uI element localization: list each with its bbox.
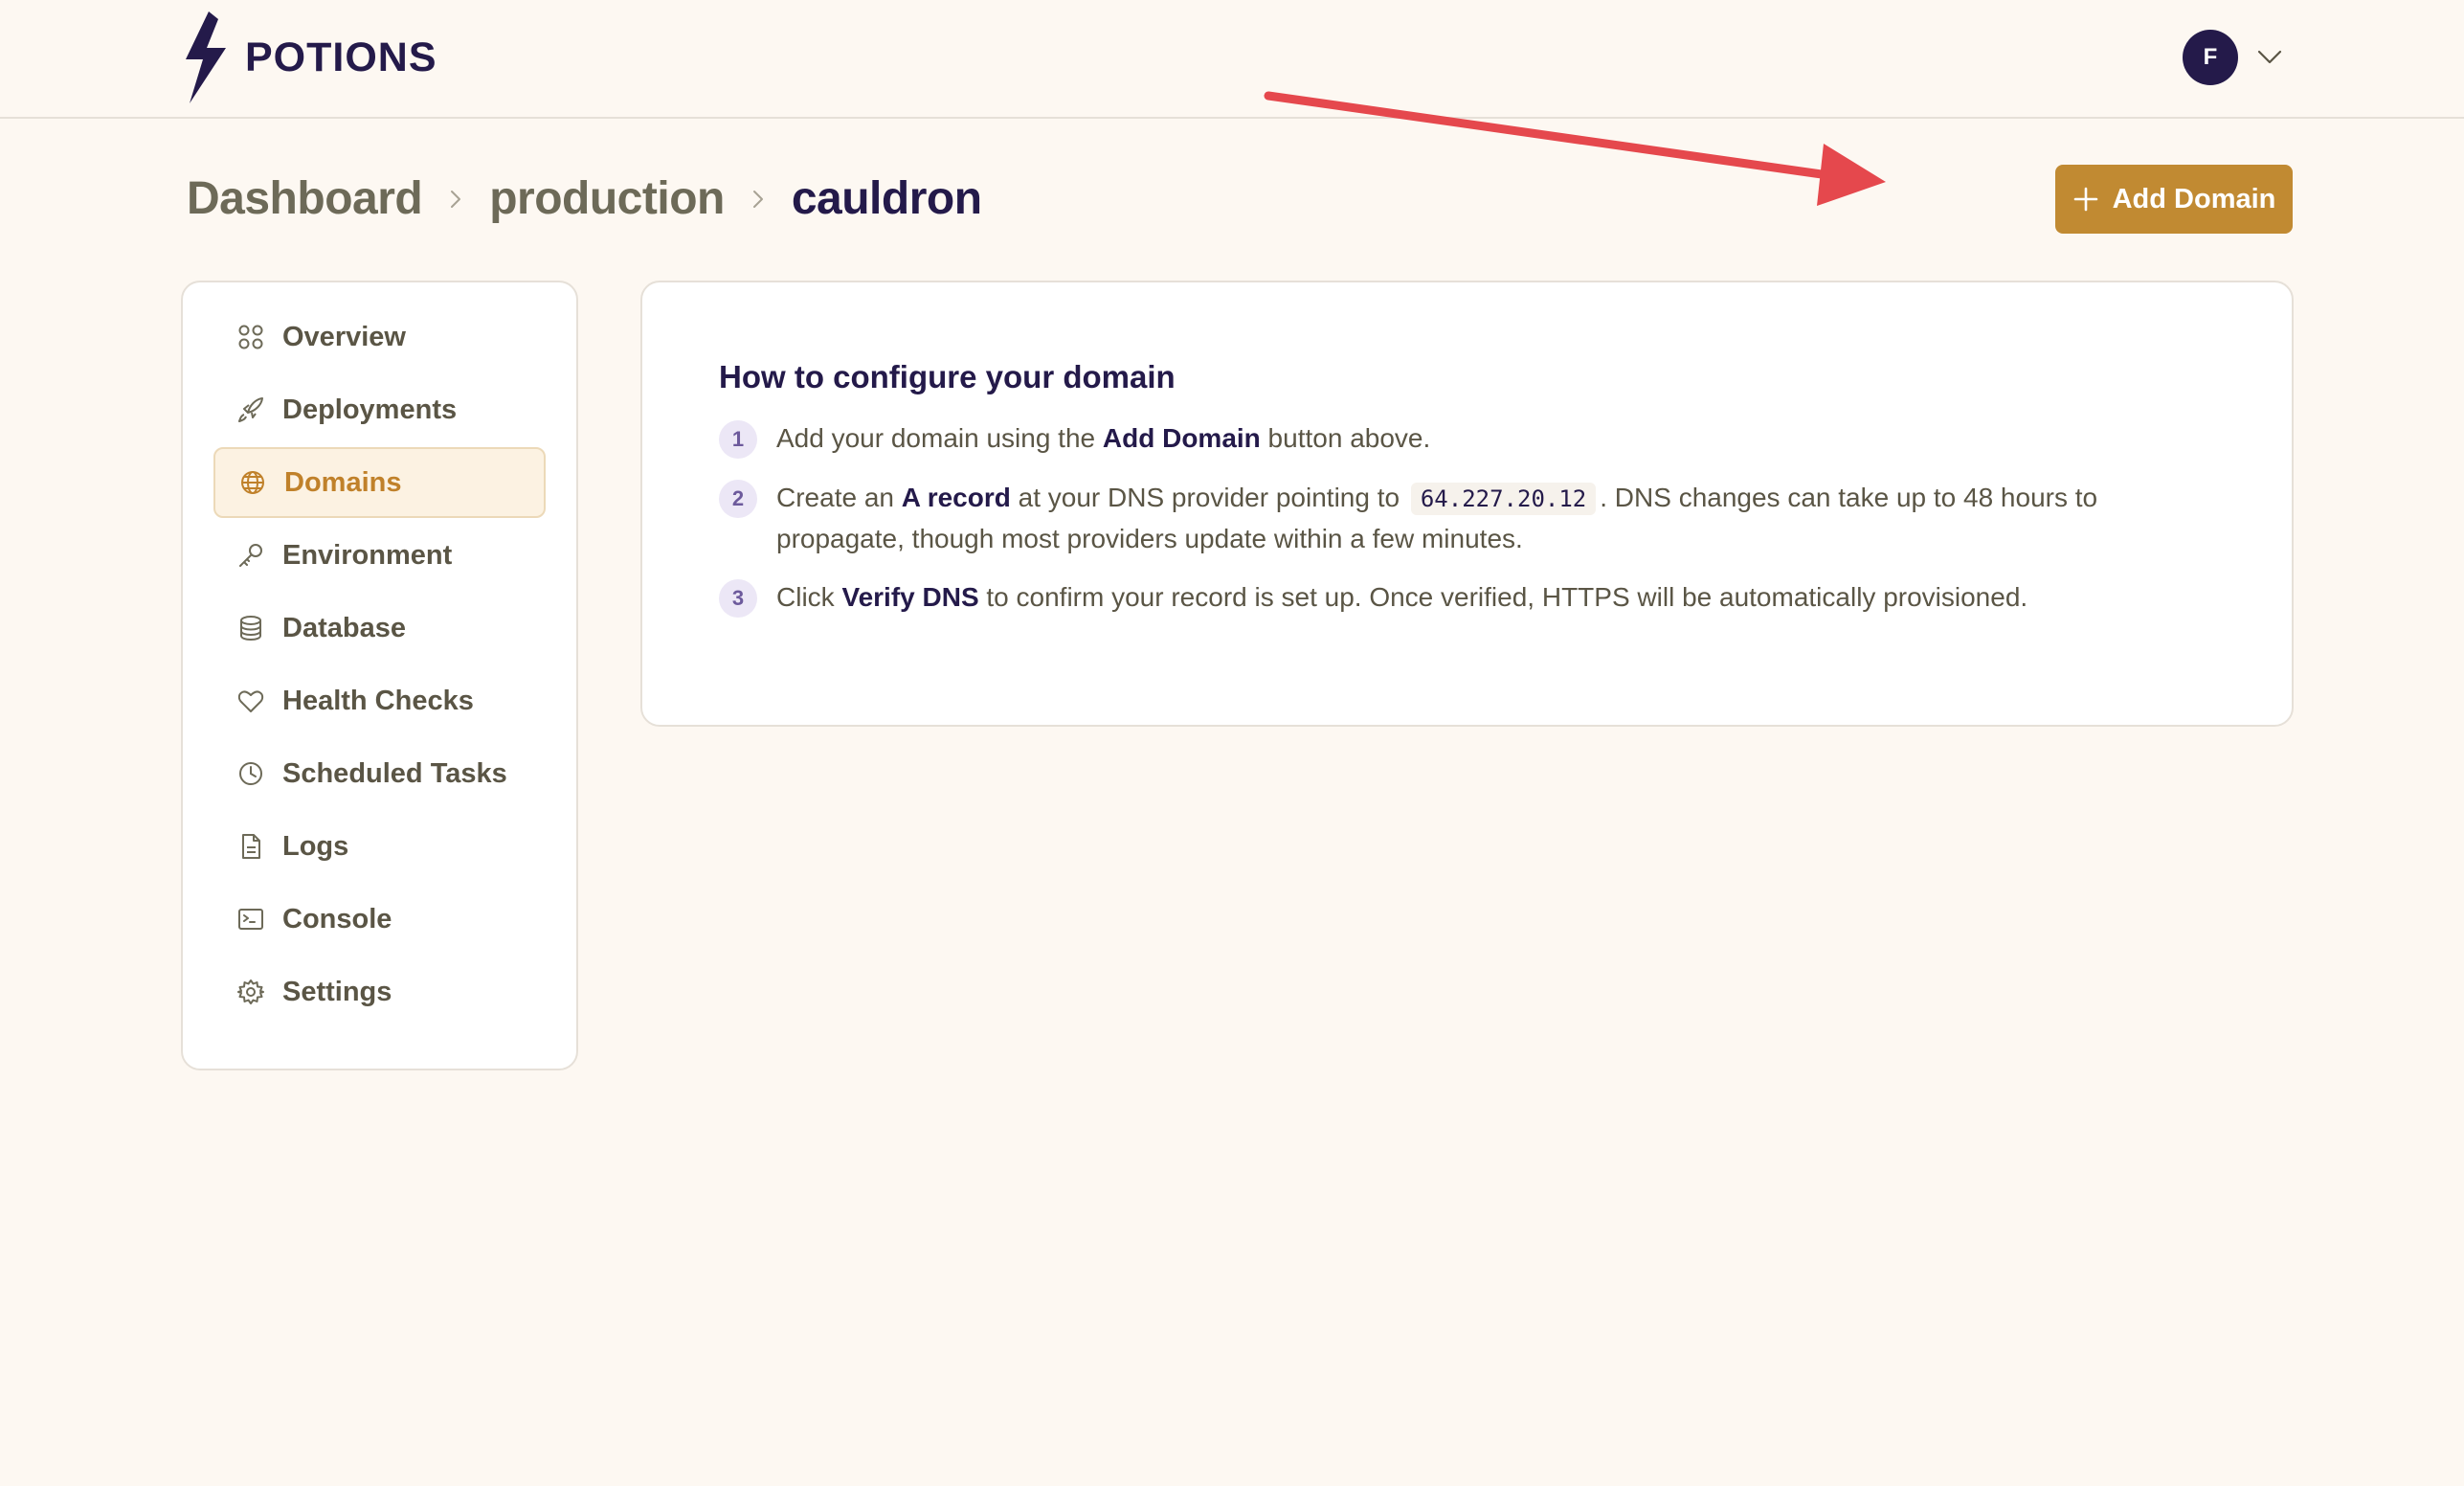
step-item: 1 Add your domain using the Add Domain b… <box>719 418 2215 459</box>
step-number: 3 <box>719 579 757 618</box>
sidebar-item-environment[interactable]: Environment <box>213 520 546 591</box>
globe-icon <box>241 471 264 494</box>
rocket-icon <box>238 397 263 422</box>
top-bar: POTIONS F <box>0 0 2464 119</box>
database-icon <box>240 616 261 642</box>
sidebar-item-health-checks[interactable]: Health Checks <box>213 665 546 736</box>
step-text: Add your domain using the Add Domain but… <box>776 423 1431 453</box>
sidebar-item-label: Health Checks <box>282 685 474 716</box>
grid-icon <box>238 325 263 349</box>
step-number: 2 <box>719 480 757 518</box>
sidebar-item-overview[interactable]: Overview <box>213 302 546 372</box>
step-text: Create an A record at your DNS provider … <box>776 483 2098 553</box>
step-item: 3 Click Verify DNS to confirm your recor… <box>719 577 2215 618</box>
gear-icon <box>237 979 264 1004</box>
chevron-down-icon[interactable] <box>2257 50 2282 65</box>
sidebar: Overview Deployments Domains Environment… <box>181 281 578 1070</box>
chevron-right-icon <box>752 190 763 208</box>
sidebar-item-settings[interactable]: Settings <box>213 957 546 1027</box>
domain-setup-card: How to configure your domain 1 Add your … <box>640 281 2294 727</box>
sidebar-item-label: Overview <box>282 321 406 352</box>
chevron-right-icon <box>451 190 461 208</box>
terminal-icon <box>238 909 263 930</box>
sidebar-item-label: Settings <box>282 976 392 1007</box>
sidebar-item-label: Domains <box>284 466 402 498</box>
document-icon <box>242 834 260 859</box>
ip-address-code: 64.227.20.12 <box>1410 483 1597 515</box>
plus-icon <box>2073 187 2097 212</box>
add-domain-button[interactable]: Add Domain <box>2055 165 2293 234</box>
sidebar-item-label: Console <box>282 903 392 934</box>
lightning-bolt-icon <box>186 11 226 103</box>
sidebar-item-label: Database <box>282 612 406 643</box>
breadcrumb-cauldron: cauldron <box>791 173 982 224</box>
avatar[interactable]: F <box>2183 30 2238 85</box>
step-item: 2 Create an A record at your DNS provide… <box>719 478 2215 558</box>
sidebar-item-console[interactable]: Console <box>213 884 546 955</box>
clock-icon <box>239 762 262 785</box>
sidebar-item-label: Logs <box>282 830 349 862</box>
logo[interactable]: POTIONS <box>180 11 437 103</box>
breadcrumb: Dashboard production cauldron <box>187 172 982 225</box>
step-number: 1 <box>719 420 757 459</box>
add-domain-label: Add Domain <box>2112 183 2276 214</box>
sidebar-item-deployments[interactable]: Deployments <box>213 374 546 445</box>
sidebar-item-scheduled-tasks[interactable]: Scheduled Tasks <box>213 738 546 809</box>
heart-icon <box>237 690 264 712</box>
step-text: Click Verify DNS to confirm your record … <box>776 582 2028 612</box>
sidebar-item-label: Scheduled Tasks <box>282 757 507 789</box>
breadcrumb-dashboard[interactable]: Dashboard <box>187 172 423 225</box>
card-title: How to configure your domain <box>719 359 1176 394</box>
sidebar-item-logs[interactable]: Logs <box>213 811 546 882</box>
sidebar-item-database[interactable]: Database <box>213 593 546 664</box>
key-icon <box>239 544 262 567</box>
sidebar-item-domains[interactable]: Domains <box>213 447 546 518</box>
app-name: POTIONS <box>245 34 437 80</box>
breadcrumb-production[interactable]: production <box>489 172 725 225</box>
user-menu[interactable]: F <box>2183 30 2282 85</box>
sidebar-item-label: Deployments <box>282 394 458 425</box>
sidebar-item-label: Environment <box>282 539 453 571</box>
